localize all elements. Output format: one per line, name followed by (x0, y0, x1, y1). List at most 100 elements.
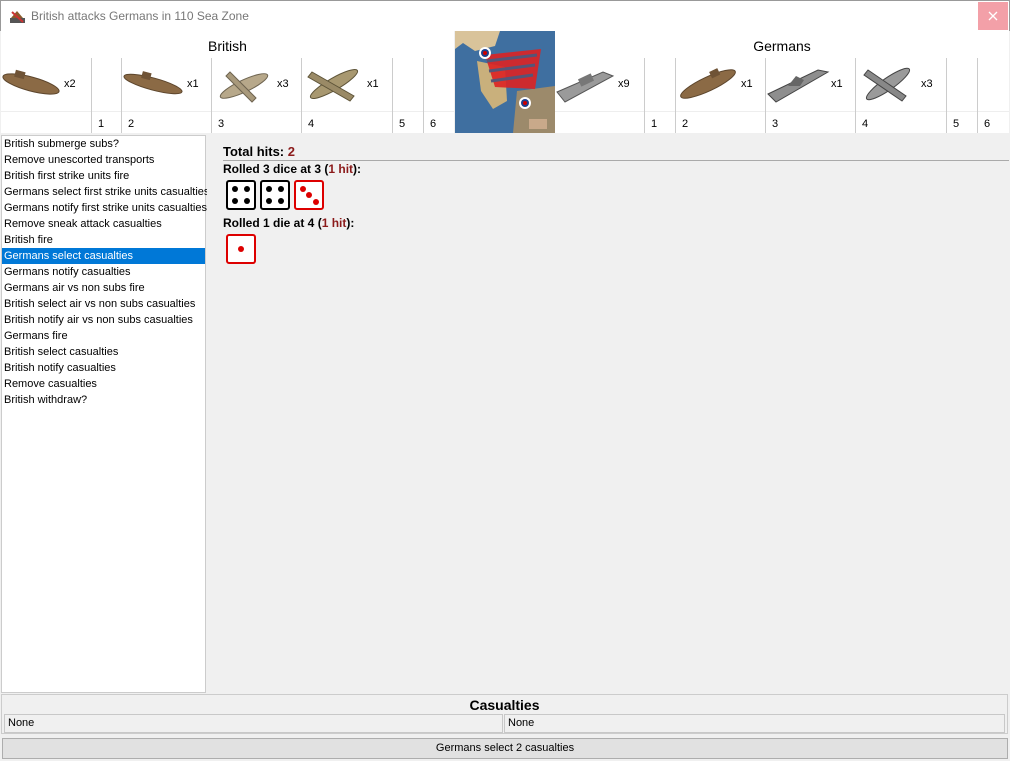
step-item[interactable]: British submerge subs? (2, 136, 205, 152)
unit-count: x1 (831, 78, 843, 90)
column-number: 4 (308, 118, 315, 130)
column-number: 4 (862, 118, 869, 130)
step-item[interactable]: British first strike units fire (2, 168, 205, 184)
step-item[interactable]: Germans select first strike units casual… (2, 184, 209, 200)
die-pip (238, 246, 244, 252)
fighter-icon (219, 71, 269, 103)
die-hit (294, 180, 324, 210)
defender-column-3: x1 3 (766, 58, 856, 133)
column-number: 1 (98, 118, 105, 130)
total-hits-value: 2 (287, 144, 295, 159)
column-number: 3 (218, 118, 225, 130)
column-number: 1 (651, 118, 658, 130)
unit-count: x1 (367, 78, 379, 90)
column-number: 2 (682, 118, 689, 130)
step-item-selected[interactable]: Germans select casualties (2, 248, 205, 264)
bomber-icon (307, 69, 359, 102)
dice-results-panel: Total hits: 2 Rolled 3 dice at 3 (1 hit)… (207, 135, 1009, 693)
close-icon (988, 11, 998, 21)
attacker-column-5: 5 (393, 58, 424, 133)
roll-label: Rolled 3 dice at 3 (1 hit): (223, 162, 362, 176)
sea-zone-map-icon (455, 31, 555, 133)
column-number: 5 (953, 118, 960, 130)
die-pip (306, 192, 312, 198)
step-item[interactable]: British fire (2, 232, 205, 248)
dice-row (226, 180, 324, 210)
die-pip (243, 197, 250, 204)
attacker-panel: British x2 1 x1 2 x3 3 x1 4 5 6 (1, 31, 454, 133)
unit-slot[interactable]: x2 (1, 58, 91, 111)
attacker-column-6: 6 (424, 58, 454, 133)
die-pip (232, 197, 239, 204)
step-item[interactable]: Germans air vs non subs fire (2, 280, 205, 296)
submarine-icon (680, 68, 736, 99)
die (226, 180, 256, 210)
casualties-panel: Casualties None None (1, 694, 1008, 734)
window-title: British attacks Germans in 110 Sea Zone (31, 9, 249, 23)
title-bar: British attacks Germans in 110 Sea Zone (0, 0, 1010, 31)
step-item[interactable]: British withdraw? (2, 392, 205, 408)
destroyer-icon (767, 69, 830, 103)
unit-slot[interactable]: x3 (212, 58, 302, 111)
attacker-column-2: x1 2 (122, 58, 212, 133)
column-number: 6 (430, 118, 437, 130)
total-hits: Total hits: 2 (223, 144, 295, 159)
dice-row (226, 234, 256, 264)
attacker-column-4: x1 4 (302, 58, 393, 133)
roll-label: Rolled 1 die at 4 (1 hit): (223, 216, 355, 230)
divider (223, 160, 1009, 161)
die-hit (226, 234, 256, 264)
unit-count: x3 (277, 78, 289, 90)
step-item[interactable]: British notify air vs non subs casualtie… (2, 312, 205, 328)
die-pip (277, 186, 284, 193)
step-item[interactable]: British select air vs non subs casualtie… (2, 296, 205, 312)
fighter-icon (863, 67, 911, 102)
column-number: 5 (399, 118, 406, 130)
battle-steps-list[interactable]: British submerge subs? Remove unescorted… (1, 135, 209, 693)
step-item[interactable]: Germans notify casualties (2, 264, 205, 280)
unit-slot[interactable]: x9 (555, 58, 645, 111)
defender-column-1: 1 (645, 58, 676, 133)
battle-app-icon (10, 11, 25, 23)
unit-count: x9 (618, 78, 630, 90)
close-button[interactable] (978, 2, 1008, 30)
unit-slot[interactable]: x1 (766, 58, 856, 111)
die-pip (266, 197, 273, 204)
step-item[interactable]: Remove unescorted transports (2, 152, 205, 168)
defender-column-0: x9 (555, 58, 645, 133)
unit-slot[interactable]: x1 (302, 58, 392, 111)
attacker-column-1: 1 (92, 58, 122, 133)
column-number: 3 (772, 118, 779, 130)
submarine-icon (2, 69, 60, 95)
unit-slot[interactable]: x3 (856, 58, 946, 111)
defender-casualties-field: None (504, 714, 1005, 733)
unit-slot[interactable]: x1 (122, 58, 212, 111)
step-item[interactable]: Remove sneak attack casualties (2, 216, 205, 232)
submarine-icon (123, 71, 183, 95)
die-pip (243, 186, 250, 193)
die-pip (277, 197, 284, 204)
step-item[interactable]: Germans fire (2, 328, 205, 344)
unit-slot[interactable]: x1 (676, 58, 766, 111)
defender-column-4: x3 4 (856, 58, 947, 133)
defender-column-2: x1 2 (676, 58, 766, 133)
territory-image (455, 31, 555, 133)
attacker-casualties-field: None (4, 714, 503, 733)
step-item[interactable]: British notify casualties (2, 360, 205, 376)
die-pip (232, 186, 239, 193)
die-pip (266, 186, 273, 193)
select-casualties-button[interactable]: Germans select 2 casualties (2, 738, 1008, 759)
step-item[interactable]: Germans notify first strike units casual… (2, 200, 207, 216)
die-pip (312, 198, 319, 205)
step-item[interactable]: British select casualties (2, 344, 205, 360)
attacker-column-3: x3 3 (212, 58, 302, 133)
total-hits-label: Total hits: (223, 144, 285, 159)
step-item[interactable]: Remove casualties (2, 376, 205, 392)
die (260, 180, 290, 210)
transport-icon (556, 71, 615, 103)
casualties-title: Casualties (469, 697, 540, 713)
unit-count: x3 (921, 78, 933, 90)
die-pip (299, 185, 306, 192)
unit-count: x2 (64, 78, 76, 90)
defender-column-6: 6 (978, 58, 1009, 133)
